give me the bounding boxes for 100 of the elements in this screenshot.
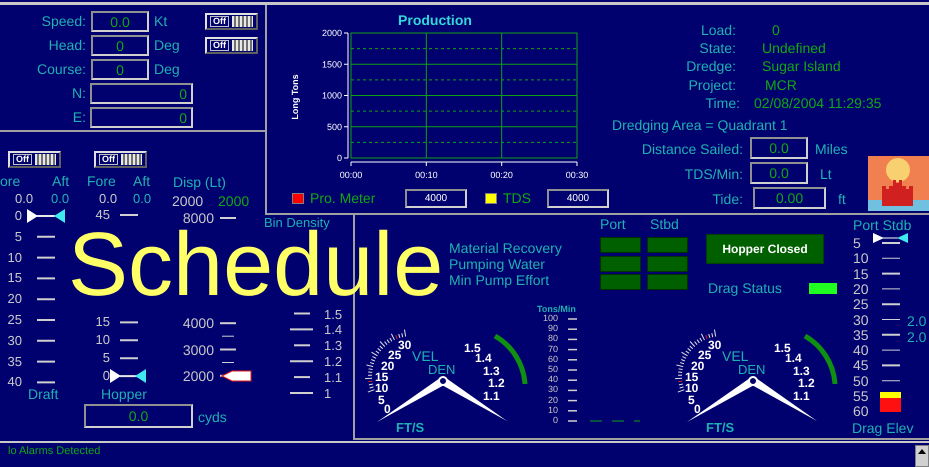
scale-label: 70 xyxy=(546,344,558,354)
gauge-scale-label: 0 xyxy=(384,403,391,415)
tick-label: 0 xyxy=(336,153,342,163)
scale-label: 100 xyxy=(542,314,558,323)
status-indicator xyxy=(647,256,688,272)
gauge-scale-label: 5 xyxy=(378,394,385,406)
scale-label: 0 xyxy=(14,209,22,222)
scale-label: 35 xyxy=(853,328,869,342)
tick-mark xyxy=(220,322,236,324)
readout-field: 0.00 xyxy=(753,187,826,209)
axis-label: Long Tons xyxy=(290,74,300,120)
unit-label: Lt xyxy=(820,167,832,181)
tick-mark xyxy=(294,376,310,378)
scale-title: Disp (Lt) xyxy=(173,175,226,189)
scale-label: 30 xyxy=(6,334,22,347)
column-header: Fore xyxy=(87,174,116,188)
scale-label: 15 xyxy=(6,271,22,284)
hopper-status-button[interactable]: Hopper Closed xyxy=(706,234,824,264)
scale-label: 20 xyxy=(853,282,869,296)
info-label: Project: xyxy=(688,78,736,92)
tick-label: 1500 xyxy=(322,59,342,70)
unit-label: cyds xyxy=(198,410,227,424)
tick-mark xyxy=(120,321,138,324)
indicator-label: Drag Status xyxy=(708,281,782,295)
scale-label: 10 xyxy=(546,406,558,415)
reading-text: 2.0 xyxy=(907,330,926,344)
tick-mark xyxy=(220,348,236,350)
readout-field: 0.0 xyxy=(750,162,808,184)
scale-label: 0 xyxy=(552,416,558,425)
info-value: 0 xyxy=(772,23,780,37)
tick-label: 1000 xyxy=(322,90,342,100)
toggle-switch[interactable]: Off xyxy=(205,37,258,54)
scale-label: 3000 xyxy=(182,342,214,356)
reading-text: 2.0 xyxy=(907,314,926,328)
value-text: 2000 xyxy=(172,194,204,208)
castle-logo xyxy=(868,156,929,211)
tick-mark xyxy=(37,215,55,217)
scale-label: 25 xyxy=(853,297,869,312)
indicator-label: Pumping Water xyxy=(449,257,545,271)
column-header: Port Stdb xyxy=(853,218,912,232)
toggle-switch[interactable]: Off xyxy=(8,151,61,168)
field-label: Speed: xyxy=(40,14,86,28)
tick-label: 00:20 xyxy=(490,170,513,180)
column-header: Stbd xyxy=(650,217,679,231)
status-light xyxy=(809,283,837,294)
scale-label: 25 xyxy=(6,313,22,326)
scale-label: 1.2 xyxy=(324,355,342,368)
gauge-scale-label: 1.2 xyxy=(798,377,815,389)
status-indicator xyxy=(647,237,688,253)
readout-label: Tide: xyxy=(711,192,743,206)
scale-label: 45 xyxy=(853,358,869,372)
scale-title: Draft xyxy=(28,387,58,401)
gauge-scale-label: 1.3 xyxy=(483,365,500,377)
scale-label: 1 xyxy=(324,387,332,400)
readout-label: TDS/Min: xyxy=(684,167,743,181)
readout-field: 0 xyxy=(91,59,149,80)
gauge-scale-label: 1.2 xyxy=(488,377,505,389)
gauge-scale-label: 25 xyxy=(698,349,712,361)
scale-label: 40 xyxy=(546,375,558,384)
scale-label: 30 xyxy=(546,385,558,394)
tick-mark xyxy=(120,339,138,342)
toggle-switch[interactable]: Off xyxy=(94,151,147,168)
unit-label: Deg xyxy=(154,62,180,76)
scale-label: 55 xyxy=(853,389,869,403)
gauge-scale-label: 15 xyxy=(685,371,698,383)
pointer-marker xyxy=(220,370,252,382)
tick-mark xyxy=(120,375,138,378)
scale-label: 10 xyxy=(6,250,22,264)
scale-label: 2000 xyxy=(182,368,214,383)
unit-label: ft xyxy=(838,192,846,206)
tick-mark xyxy=(37,319,55,321)
volume-field: 0.0 xyxy=(84,404,193,428)
scroll-up-button[interactable] xyxy=(915,445,929,467)
scale-label: 4000 xyxy=(182,316,214,330)
tick-mark xyxy=(37,360,55,363)
status-indicator xyxy=(600,256,641,272)
toggle-switch[interactable]: Off xyxy=(205,13,258,30)
tick-mark xyxy=(882,303,900,306)
value-field: 4000 xyxy=(405,189,467,208)
gauge-label: VEL xyxy=(412,349,438,363)
scale-label: 20 xyxy=(6,292,22,306)
up-arrow-icon xyxy=(918,449,926,454)
scale-label: 15 xyxy=(853,266,869,281)
flow-baseline xyxy=(590,420,640,422)
gauge-label: DEN xyxy=(738,363,766,376)
tick-label: 500 xyxy=(326,122,342,132)
tick-label: 00:30 xyxy=(566,170,588,180)
gauge-label: DEN xyxy=(428,363,456,376)
readout-field: 0.0 xyxy=(91,11,149,32)
tick-mark xyxy=(882,288,900,290)
gauge-label: VEL xyxy=(722,349,748,363)
gauge-scale-label: 1.3 xyxy=(793,365,810,377)
field-label: Course: xyxy=(36,62,86,76)
level-marker xyxy=(873,233,908,243)
gauge-scale-label: 15 xyxy=(375,371,388,383)
status-indicator xyxy=(647,274,688,290)
gauge-scale-label: 30 xyxy=(398,339,412,351)
gauge-scale-label: 0 xyxy=(694,403,701,415)
gauge-unit: FT/S xyxy=(396,421,424,434)
gauge-scale-label: 1.4 xyxy=(475,352,492,364)
